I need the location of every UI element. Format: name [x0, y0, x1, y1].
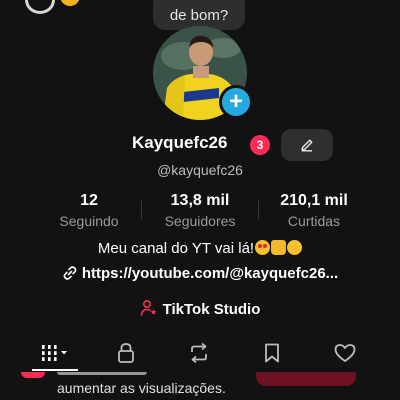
stat-likes[interactable]: 210,1 mil Curtidas	[268, 192, 360, 229]
plus-icon: +	[228, 88, 243, 115]
profile-handle: @kayquefc26	[157, 162, 243, 178]
link-icon	[63, 266, 77, 280]
link-text: https://youtube.com/@kayquefc26...	[81, 265, 339, 282]
bookmark-icon	[265, 343, 279, 363]
profile-link[interactable]: https://youtube.com/@kayquefc26...	[0, 265, 400, 282]
heart-icon	[334, 344, 356, 362]
username: Kayquefc26	[132, 133, 228, 152]
banner-partial-icon	[21, 372, 45, 378]
stat-divider	[141, 201, 142, 219]
stat-divider	[258, 201, 259, 219]
repost-icon	[191, 342, 207, 364]
profile-bio: Meu canal do YT vai lá!	[0, 240, 400, 257]
lock-icon	[118, 343, 134, 363]
partial-top-emoji	[60, 0, 80, 6]
tab-private[interactable]	[106, 336, 146, 370]
thumbs-up-emoji	[271, 240, 287, 255]
grid-videos-icon	[39, 345, 67, 361]
stat-followers[interactable]: 13,8 mil Seguidores	[152, 192, 248, 229]
stat-following-value: 12	[80, 192, 98, 209]
wink-emoji	[287, 240, 303, 255]
stat-likes-value: 210,1 mil	[280, 192, 348, 209]
edit-profile-button[interactable]	[281, 129, 333, 161]
stat-followers-label: Seguidores	[164, 213, 236, 229]
banner-text: aumentar as visualizações.	[57, 380, 226, 396]
add-avatar-button[interactable]: +	[219, 85, 253, 119]
stat-following[interactable]: 12 Seguindo	[50, 192, 128, 229]
tab-videos[interactable]	[34, 336, 76, 370]
tiktok-studio-button[interactable]: TikTok Studio	[0, 299, 400, 318]
studio-person-icon	[140, 299, 157, 316]
partial-top-icon	[25, 0, 55, 14]
tab-reposts[interactable]	[179, 336, 219, 370]
tab-liked[interactable]	[325, 336, 365, 370]
heart-eyes-emoji	[255, 240, 271, 255]
pencil-icon	[301, 139, 313, 152]
question-bubble-text: de bom?	[169, 7, 229, 24]
studio-label: TikTok Studio	[162, 301, 261, 318]
name-row: Kayquefc26 3	[0, 129, 400, 161]
profile-tabs	[0, 336, 400, 372]
stat-likes-label: Curtidas	[287, 213, 341, 229]
banner-action-button[interactable]	[256, 372, 356, 386]
active-tab-indicator	[32, 369, 78, 371]
profile-stats: 12 Seguindo 13,8 mil Seguidores 210,1 mi…	[0, 192, 400, 232]
tab-favorites[interactable]	[252, 336, 292, 370]
notification-badge[interactable]: 3	[250, 135, 270, 155]
banner-partial-text	[57, 372, 147, 375]
stat-following-label: Seguindo	[59, 213, 119, 229]
bio-text: Meu canal do YT vai lá!	[97, 240, 255, 257]
bottom-promo-banner: aumentar as visualizações.	[0, 372, 400, 400]
stat-followers-value: 13,8 mil	[170, 192, 230, 209]
